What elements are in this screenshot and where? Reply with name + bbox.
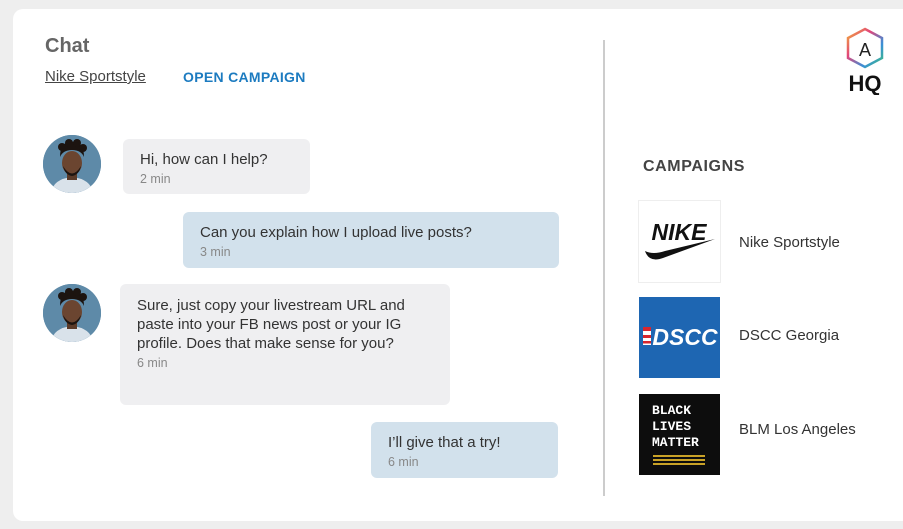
blm-logo[interactable]: BLACK LIVES MATTER [639, 394, 720, 475]
message-time: 6 min [388, 455, 419, 469]
message-time: 2 min [140, 172, 171, 186]
campaign-name[interactable]: BLM Los Angeles [739, 421, 856, 438]
panel-divider [603, 40, 605, 496]
message-bubble: Can you explain how I upload live posts?… [183, 212, 559, 268]
message-bubble: Hi, how can I help? 2 min [123, 139, 310, 194]
hq-logo: A HQ [844, 27, 886, 96]
blm-line-1: BLACK [652, 403, 691, 418]
dscc-logo[interactable]: DSCC [639, 297, 720, 378]
campaign-link[interactable]: Nike Sportstyle [45, 68, 146, 85]
message-text: Hi, how can I help? [140, 151, 268, 168]
chat-title: Chat [45, 35, 90, 57]
dscc-wordmark: DSCC [652, 324, 718, 350]
blm-line-2: LIVES [652, 419, 691, 434]
message-bubble: Sure, just copy your livestream URL and … [120, 284, 450, 405]
message-time: 3 min [200, 245, 231, 259]
campaign-name[interactable]: Nike Sportstyle [739, 234, 840, 251]
campaign-name[interactable]: DSCC Georgia [739, 327, 839, 344]
blm-line-3: MATTER [652, 435, 699, 450]
nike-logo[interactable]: NIKE [639, 201, 720, 282]
avatar-image [43, 284, 101, 342]
brand-name: HQ [849, 71, 882, 95]
message-text: Can you explain how I upload live posts? [200, 224, 472, 241]
hex-letter: A [859, 40, 871, 60]
agent-avatar [43, 135, 101, 193]
campaigns-title: CAMPAIGNS [643, 158, 745, 175]
message-text: I’ll give that a try! [388, 434, 501, 451]
message-text: Sure, just copy your livestream URL and … [137, 297, 405, 352]
message-bubble: I’ll give that a try! 6 min [371, 422, 558, 478]
hex-logo-icon: A HQ [846, 27, 884, 96]
avatar-image [43, 135, 101, 193]
nike-wordmark: NIKE [652, 219, 708, 245]
agent-avatar [43, 284, 101, 342]
message-time: 6 min [137, 356, 168, 370]
open-campaign-button[interactable]: OPEN CAMPAIGN [183, 69, 306, 85]
